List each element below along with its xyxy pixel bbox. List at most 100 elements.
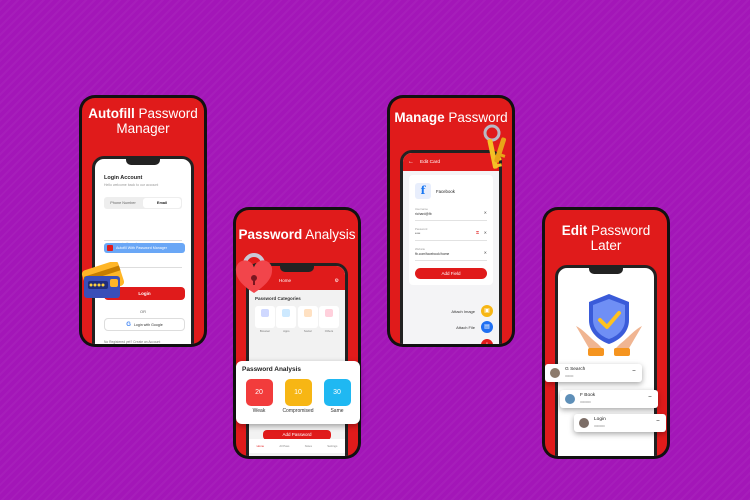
- or-divider: OR: [140, 309, 146, 314]
- site-name: Facebook: [436, 189, 455, 194]
- entry-dots: •••••••••••••: [594, 424, 605, 428]
- phone-autofill: Autofill Password Manager Login Account …: [79, 95, 207, 347]
- notch: [589, 268, 623, 274]
- nav-item-all-pass[interactable]: All Pass: [279, 444, 289, 448]
- nav-item-home[interactable]: Home: [257, 444, 264, 448]
- tab-email[interactable]: Email: [143, 198, 181, 208]
- notch: [280, 266, 314, 272]
- clear-icon[interactable]: ✕: [484, 250, 487, 255]
- avatar: [550, 368, 560, 378]
- attach-image-button[interactable]: ▣: [481, 305, 493, 317]
- category-label: Social: [303, 329, 312, 333]
- title-rest: Password: [138, 106, 198, 121]
- back-arrow-icon[interactable]: ←: [408, 159, 414, 165]
- autofill-banner[interactable]: Autofill With Password Manager: [104, 243, 185, 253]
- stat-compromised-label: Compromised: [282, 408, 314, 414]
- eye-closed-icon[interactable]: ⌣: [632, 368, 636, 375]
- title-bold: Edit: [561, 223, 588, 238]
- entry-dots: ••••••••••: [565, 374, 574, 378]
- entry-name: G Search: [565, 367, 586, 372]
- google-icon: G: [126, 321, 131, 328]
- keys-icon: [483, 124, 507, 169]
- stat-weak-label: Weak: [252, 408, 266, 414]
- popup-stats: 20 Weak 10 Compromised 30 Same: [242, 379, 354, 414]
- title-bold: Autofill: [88, 106, 135, 121]
- browser-icon: [261, 309, 269, 317]
- category-others[interactable]: Others: [318, 306, 339, 333]
- attach-file-label: Attach File: [456, 325, 475, 330]
- popup-title: Password Analysis: [242, 366, 302, 373]
- others-icon: [324, 309, 333, 317]
- nav-home-title: Home: [279, 278, 292, 283]
- autofill-lock-icon: [107, 245, 113, 251]
- username-field[interactable]: Username richard@fb ✕: [415, 207, 487, 221]
- edit-card-form: f Facebook Username richard@fb ✕ Passwor…: [409, 175, 493, 285]
- category-label: Others: [324, 329, 334, 333]
- entry-dots: •••••••••••••: [580, 400, 591, 404]
- stat-weak[interactable]: 20 Weak: [242, 379, 276, 414]
- entry-name: F Book: [580, 393, 596, 398]
- category-browser[interactable]: Browser: [255, 306, 275, 333]
- notification-icon[interactable]: ⚙: [335, 278, 339, 284]
- category-social[interactable]: Social: [297, 306, 318, 333]
- email-field[interactable]: example@gmail.com: [104, 232, 182, 246]
- avatar: [565, 394, 575, 404]
- key-icon[interactable]: ⚿: [476, 230, 479, 235]
- entry-card-f-book[interactable]: F Book ••••••••••••• ⌣: [560, 390, 658, 408]
- attach-file-button[interactable]: ▤: [481, 321, 493, 333]
- category-label: Apps: [283, 329, 290, 333]
- add-field-button[interactable]: Add Field: [415, 268, 487, 279]
- header-title: Edit Card: [420, 160, 440, 165]
- padlock-heart-icon: [235, 253, 273, 293]
- credit-card-lock-icon: [81, 262, 125, 298]
- categories-title: Password Categories: [255, 296, 301, 301]
- screen-login: Login Account Hello welcome back to our …: [92, 156, 194, 344]
- title-analysis: Password Analysis: [236, 227, 358, 242]
- clear-icon[interactable]: ✕: [484, 210, 487, 215]
- apps-icon: [282, 309, 291, 317]
- stat-same-label: Same: [330, 408, 344, 414]
- title-line2: Manager: [116, 121, 170, 136]
- eye-closed-icon[interactable]: ⌣: [656, 418, 660, 425]
- entry-name: Login: [594, 417, 606, 422]
- login-tab-switch[interactable]: Phone Number Email: [104, 197, 182, 209]
- eye-closed-icon[interactable]: ⌣: [648, 394, 652, 401]
- facebook-icon: f: [415, 183, 431, 199]
- category-apps[interactable]: Apps: [276, 306, 297, 333]
- shield-hands-icon: [576, 294, 642, 356]
- website-field[interactable]: Website fb.com/facebook/home ✕: [415, 247, 487, 261]
- username-label: Username: [415, 207, 428, 211]
- bottom-nav: Home All Pass Notes Settings: [249, 439, 345, 453]
- title-rest: Password: [590, 223, 651, 238]
- nav-item-notes[interactable]: Notes: [305, 444, 312, 448]
- login-title: Login Account: [104, 175, 143, 181]
- category-label: Browser: [259, 329, 271, 333]
- password-analysis-popup: Password Analysis 20 Weak 10 Compromised…: [236, 361, 360, 424]
- username-value: richard@fb: [415, 212, 432, 216]
- register-link[interactable]: No Registered yet? Create an Account: [104, 340, 160, 344]
- entry-card-g-search[interactable]: G Search •••••••••• ⌣: [545, 364, 642, 382]
- stat-compromised[interactable]: 10 Compromised: [278, 379, 318, 414]
- password-field[interactable]: Password **** ⚿ ✕: [415, 227, 487, 241]
- tab-phone[interactable]: Phone Number: [104, 197, 142, 209]
- phone-autofill-bg: Autofill Password Manager Login Account …: [82, 98, 204, 344]
- title-edit: Edit Password Later: [545, 223, 667, 253]
- title-bold: Manage: [394, 110, 445, 125]
- title-rest: Analysis: [305, 227, 356, 242]
- nav-item-settings[interactable]: Settings: [327, 444, 337, 448]
- category-row: Browser Apps Social Others: [255, 306, 339, 333]
- add-fab-button[interactable]: +: [481, 339, 493, 344]
- entry-card-login[interactable]: Login ••••••••••••• ⌣: [574, 414, 666, 432]
- social-icon: [303, 309, 312, 317]
- google-button-label: Login with Google: [133, 322, 163, 327]
- title-line2: Later: [590, 238, 622, 253]
- stat-same-value: 30: [323, 379, 351, 406]
- autofill-banner-text: Autofill With Password Manager: [116, 246, 167, 250]
- google-login-button[interactable]: G Login with Google: [104, 318, 185, 331]
- stat-weak-value: 20: [245, 379, 273, 406]
- clear-icon[interactable]: ✕: [484, 230, 487, 235]
- title-autofill: Autofill Password Manager: [82, 106, 204, 136]
- stat-same[interactable]: 30 Same: [320, 379, 354, 414]
- screen-manage: ← Edit Card f Facebook Username richard@…: [400, 150, 502, 344]
- notch: [126, 159, 160, 165]
